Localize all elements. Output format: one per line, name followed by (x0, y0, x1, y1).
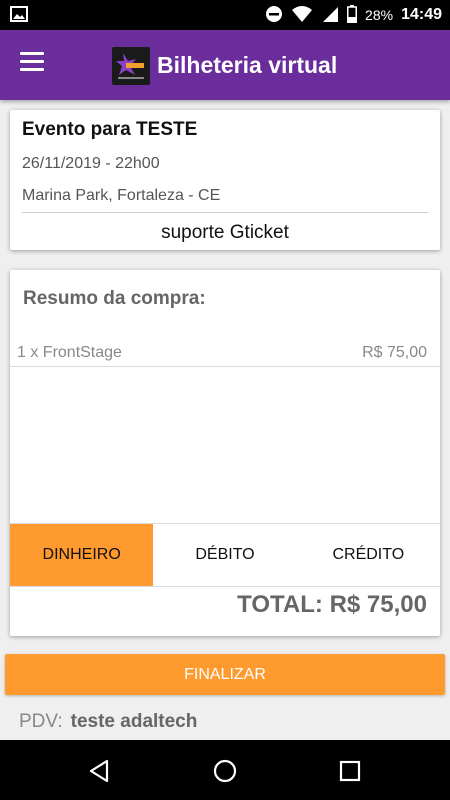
back-icon[interactable] (87, 758, 113, 784)
event-name: Evento para TESTE (22, 119, 198, 140)
status-bar: 28% 14:49 (0, 0, 450, 30)
purchase-summary-card: Resumo da compra: 1 x FrontStage R$ 75,0… (10, 270, 440, 636)
clock: 14:49 (401, 6, 442, 23)
menu-icon[interactable] (20, 52, 50, 78)
list-item: 1 x FrontStage R$ 75,00 (17, 344, 427, 366)
wifi-icon (291, 5, 313, 26)
finish-button[interactable]: FINALIZAR (5, 654, 445, 695)
item-price: R$ 75,00 (362, 344, 427, 361)
recent-apps-icon[interactable] (337, 758, 363, 784)
battery-percentage: 28% (365, 7, 394, 23)
signal-icon (321, 5, 339, 26)
battery-icon (347, 4, 358, 26)
system-navigation-bar (0, 740, 450, 800)
pdv-label: PDV: (19, 711, 63, 732)
divider (22, 212, 428, 213)
payment-option-credit[interactable]: CRÉDITO (297, 524, 440, 586)
payment-option-debit[interactable]: DÉBITO (153, 524, 296, 586)
image-icon (10, 6, 28, 27)
total-amount: TOTAL: R$ 75,00 (237, 591, 427, 618)
app-bar: Bilheteria virtual (0, 30, 450, 100)
item-description: 1 x FrontStage (17, 344, 122, 361)
support-link[interactable]: suporte Gticket (10, 222, 440, 244)
pdv-info: PDV: teste adaltech (19, 711, 197, 733)
payment-method-selector: DINHEIRO DÉBITO CRÉDITO (10, 523, 440, 587)
app-logo (112, 47, 150, 85)
payment-option-cash[interactable]: DINHEIRO (10, 524, 154, 586)
app-title: Bilheteria virtual (157, 52, 338, 78)
event-card: Evento para TESTE 26/11/2019 - 22h00 Mar… (10, 110, 440, 250)
event-date: 26/11/2019 - 22h00 (22, 155, 160, 172)
event-place: Marina Park, Fortaleza - CE (22, 187, 221, 204)
divider (10, 366, 440, 367)
pdv-value: teste adaltech (70, 711, 198, 732)
summary-title: Resumo da compra: (23, 288, 206, 309)
home-icon[interactable] (212, 758, 238, 784)
do-not-disturb-icon (265, 5, 283, 26)
